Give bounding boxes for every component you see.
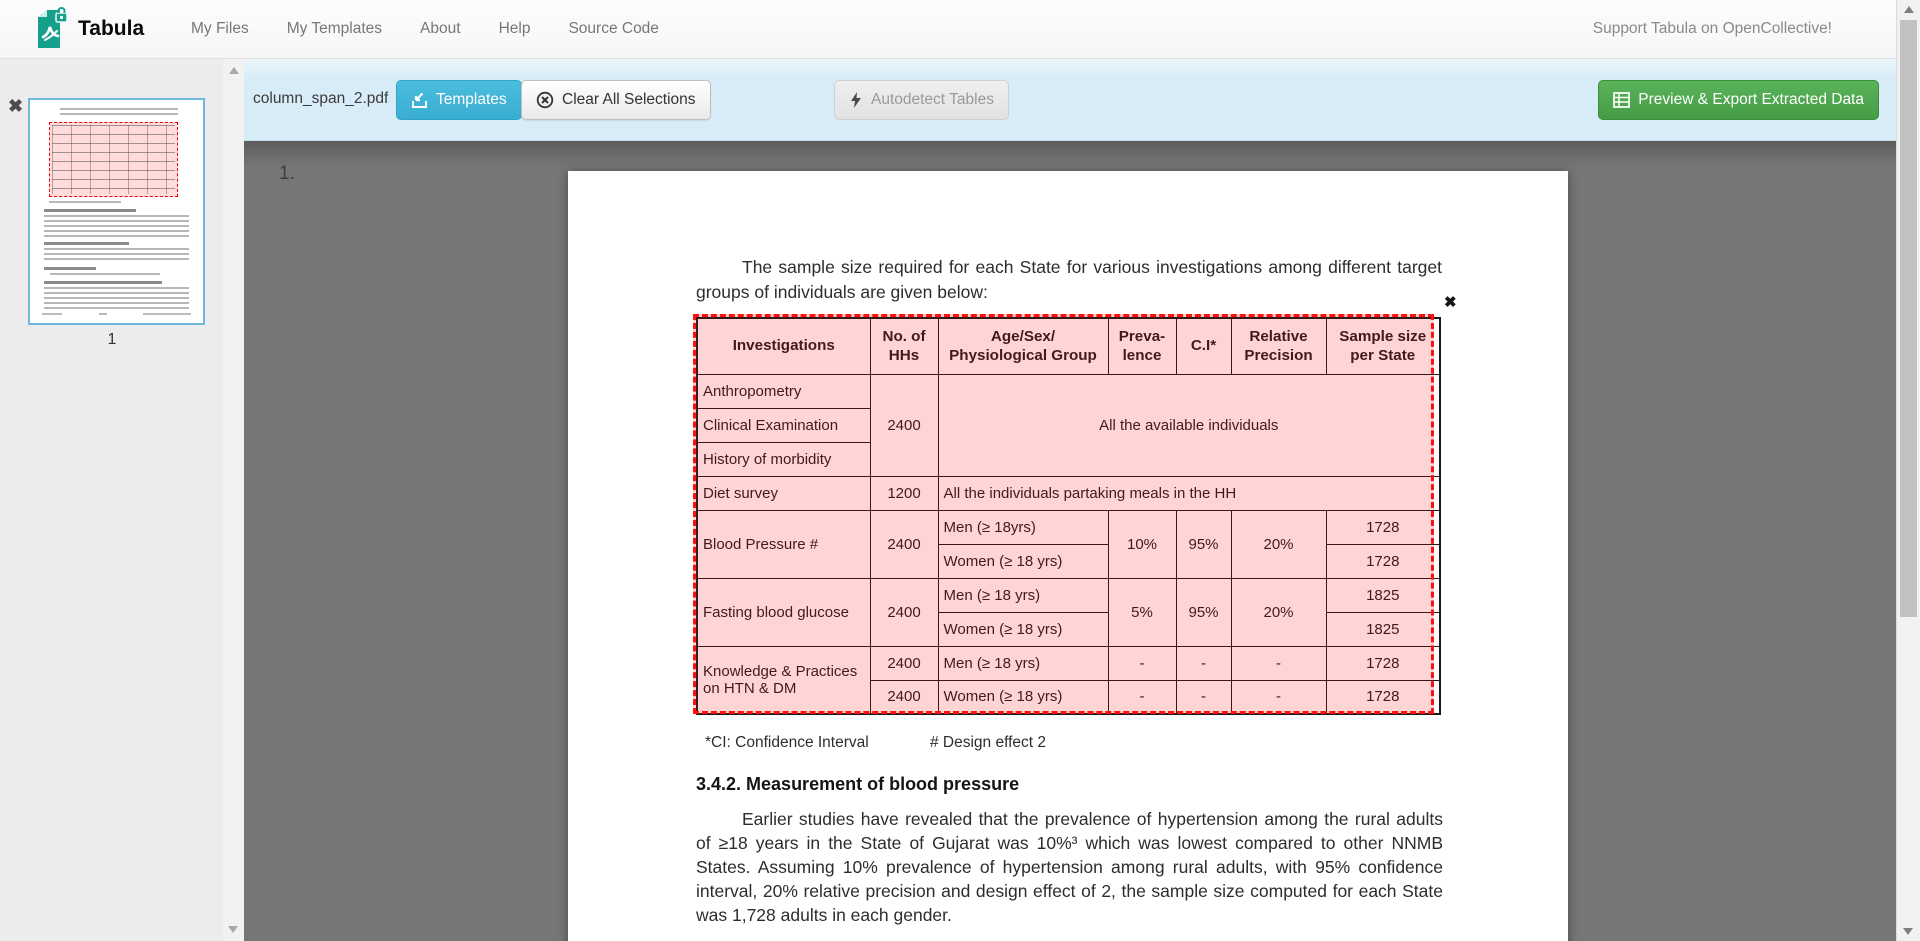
nav-links: My Files My Templates About Help Source …	[172, 0, 678, 58]
body-paragraph: Earlier studies have revealed that the p…	[696, 808, 1443, 928]
save-template-icon	[411, 92, 428, 109]
tabula-logo-icon	[33, 7, 69, 51]
clear-button-label: Clear All Selections	[562, 91, 696, 109]
export-button-label: Preview & Export Extracted Data	[1638, 91, 1864, 109]
page-thumbnail[interactable]	[28, 98, 205, 325]
thumbnail-text-lines	[44, 215, 189, 237]
thumbnail-heading-bar	[44, 209, 136, 212]
app-body: ✖ 1 column_span_2	[0, 59, 1920, 941]
current-filename: column_span_2.pdf	[253, 90, 388, 108]
main-column: column_span_2.pdf Templates C	[244, 59, 1920, 941]
autodetect-button-label: Autodetect Tables	[871, 91, 994, 109]
scrollbar-thumb[interactable]	[1900, 20, 1917, 617]
nav-item-my-templates[interactable]: My Templates	[268, 20, 401, 38]
pdf-page[interactable]: The sample size required for each State …	[568, 171, 1568, 941]
sidebar-scroll-up-icon[interactable]	[229, 67, 239, 74]
nav-item-my-files[interactable]: My Files	[172, 20, 268, 38]
remove-circle-icon	[536, 91, 554, 109]
nav-item-help[interactable]: Help	[480, 20, 550, 38]
templates-button-label: Templates	[436, 91, 507, 109]
sidebar-scroll-down-icon[interactable]	[228, 926, 238, 933]
thumbnail-table-grid	[52, 125, 175, 194]
scroll-up-icon[interactable]	[1904, 6, 1914, 13]
page-number-label: 1.	[279, 163, 295, 185]
preview-export-button[interactable]: Preview & Export Extracted Data	[1598, 80, 1879, 120]
footnote-ci: *CI: Confidence Interval	[705, 734, 869, 752]
thumbnail-footnote-line	[49, 201, 121, 204]
templates-button[interactable]: Templates	[396, 80, 522, 120]
thumbnail-text-lines	[44, 248, 189, 262]
thumbnail-heading-bar	[44, 267, 96, 270]
support-link[interactable]: Support Tabula on OpenCollective!	[1593, 0, 1832, 58]
thumbnail-heading-bar	[44, 281, 162, 284]
selection-box[interactable]	[693, 314, 1434, 714]
brand-name: Tabula	[78, 17, 144, 41]
thumbnail-text-lines	[60, 108, 178, 115]
thumbnail-text-lines	[44, 287, 189, 309]
remove-page-icon[interactable]: ✖	[8, 97, 23, 115]
brand[interactable]: Tabula	[33, 7, 144, 51]
thumbnail-text-lines	[50, 273, 160, 276]
autodetect-tables-button[interactable]: Autodetect Tables	[834, 80, 1009, 120]
thumbnail-footer-line	[42, 313, 191, 315]
remove-selection-icon[interactable]: ✖	[1444, 295, 1457, 310]
table-grid-icon	[1613, 92, 1630, 108]
thumbnail-heading-bar	[44, 242, 129, 245]
intro-paragraph: The sample size required for each State …	[696, 255, 1442, 304]
footnote-design-effect: # Design effect 2	[930, 734, 1046, 752]
nav-item-about[interactable]: About	[401, 20, 480, 38]
clear-all-selections-button[interactable]: Clear All Selections	[521, 80, 711, 120]
sidebar-scrollbar[interactable]	[223, 59, 244, 941]
thumbnail-page-number: 1	[0, 331, 224, 349]
lightning-bolt-icon	[849, 91, 863, 109]
document-canvas: 1. The sample size required for each Sta…	[244, 141, 1920, 941]
nav-item-source-code[interactable]: Source Code	[549, 20, 677, 38]
toolbar: column_span_2.pdf Templates C	[244, 59, 1920, 141]
navbar: Tabula My Files My Templates About Help …	[0, 0, 1920, 59]
page-thumbnail-sidebar: ✖ 1	[0, 59, 244, 941]
thumbnail-selection-box	[49, 122, 178, 197]
window-scrollbar[interactable]	[1896, 0, 1920, 941]
section-heading: 3.4.2. Measurement of blood pressure	[696, 774, 1019, 795]
scroll-down-icon[interactable]	[1903, 928, 1913, 935]
